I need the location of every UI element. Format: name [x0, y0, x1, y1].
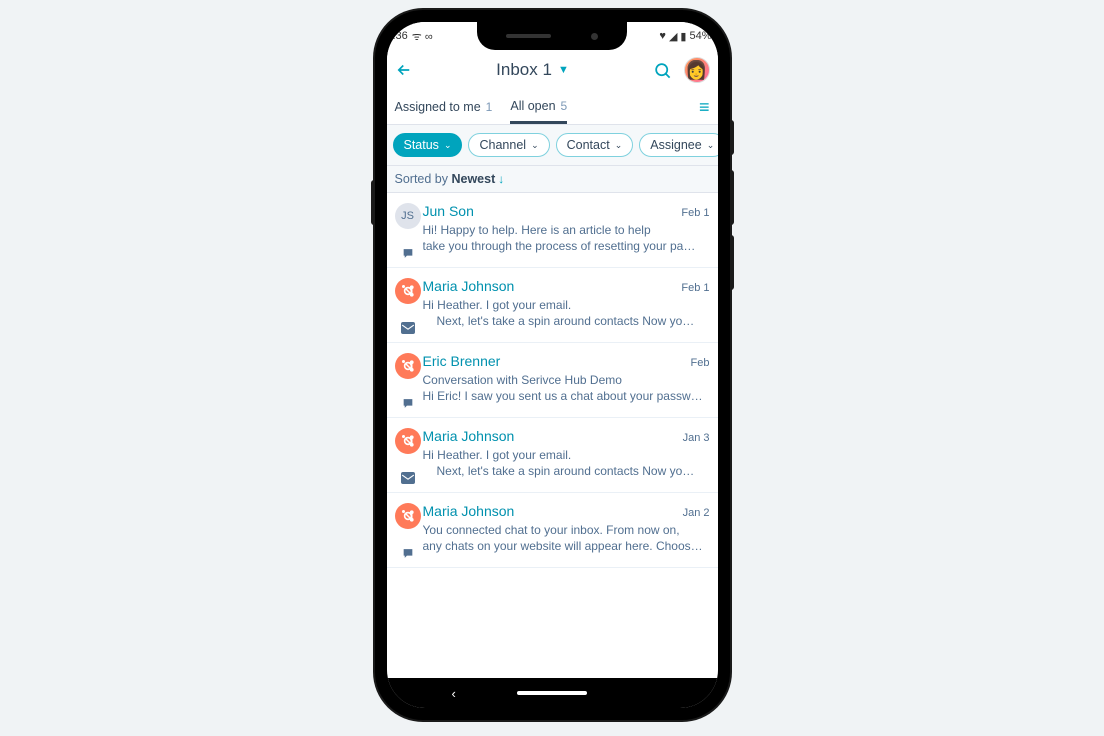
phone-button — [730, 170, 734, 225]
conversation-item[interactable]: Maria Johnson Jan 3 Hi Heather. I got yo… — [387, 418, 718, 493]
conversation-preview: Conversation with Serivce Hub Demo Hi Er… — [423, 372, 710, 404]
nav-back-button[interactable]: ‹ — [452, 686, 456, 701]
hubspot-avatar — [395, 353, 421, 379]
chat-icon — [401, 547, 415, 559]
wifi-icon: ♥ — [659, 30, 666, 42]
sort-arrow-icon: ↓ — [498, 172, 504, 186]
tab-label: All open — [510, 99, 555, 113]
hubspot-avatar — [395, 428, 421, 454]
chevron-down-icon: ⌄ — [707, 140, 715, 151]
contact-name: Eric Brenner — [423, 353, 691, 369]
battery-percent: 54% — [689, 30, 711, 42]
tab-all-open[interactable]: All open 5 — [510, 90, 567, 124]
chevron-down-icon: ▼ — [558, 64, 569, 76]
tabs: Assigned to me 1 All open 5 ≡ — [387, 90, 718, 124]
contact-name: Maria Johnson — [423, 278, 682, 294]
nav-home-pill[interactable] — [517, 691, 587, 695]
filter-label: Contact — [567, 138, 610, 152]
user-avatar[interactable]: 👩 — [684, 57, 710, 83]
chevron-down-icon: ⌄ — [531, 140, 539, 151]
chevron-down-icon: ⌄ — [615, 140, 623, 151]
filter-channel[interactable]: Channel ⌄ — [468, 133, 549, 157]
filter-label: Assignee — [650, 138, 701, 152]
tab-label: Assigned to me — [395, 100, 481, 114]
back-button[interactable] — [395, 61, 413, 79]
conversation-preview: Hi Heather. I got your email. Next, let'… — [423, 447, 710, 479]
phone-button — [371, 180, 375, 225]
notch — [477, 22, 627, 50]
phone-button — [730, 120, 734, 155]
phone-button — [730, 235, 734, 290]
conversation-item[interactable]: Maria Johnson Feb 1 Hi Heather. I got yo… — [387, 268, 718, 343]
speaker — [506, 34, 551, 38]
screen: :36 ᯤ ∞ ♥ ◢ ▮ 54% Inbox 1 ▼ 👩 — [387, 22, 718, 708]
contact-name: Jun Son — [423, 203, 682, 219]
conversation-date: Feb 1 — [681, 282, 709, 294]
contact-avatar: JS — [395, 203, 421, 229]
filter-status[interactable]: Status ⌄ — [393, 133, 463, 157]
chat-icon — [401, 247, 415, 259]
contact-name: Maria Johnson — [423, 503, 683, 519]
conversation-preview: You connected chat to your inbox. From n… — [423, 522, 710, 554]
filter-assignee[interactable]: Assignee ⌄ — [639, 133, 717, 157]
status-time: :36 — [393, 30, 408, 42]
email-icon — [401, 472, 415, 484]
hubspot-avatar — [395, 278, 421, 304]
inbox-selector[interactable]: Inbox 1 ▼ — [413, 60, 653, 80]
contact-name: Maria Johnson — [423, 428, 683, 444]
chevron-down-icon: ⌄ — [444, 140, 452, 151]
conversation-item[interactable]: Eric Brenner Feb Conversation with Seriv… — [387, 343, 718, 418]
tab-count: 1 — [486, 100, 493, 114]
app-header: Inbox 1 ▼ 👩 — [387, 50, 718, 90]
status-icon: ᯤ ∞ — [412, 29, 433, 44]
chat-icon — [401, 397, 415, 409]
camera — [591, 33, 598, 40]
page-title: Inbox 1 — [496, 60, 552, 80]
email-icon — [401, 322, 415, 334]
conversation-date: Jan 2 — [683, 507, 710, 519]
filter-contact[interactable]: Contact ⌄ — [556, 133, 634, 157]
android-nav-bar: ‹ — [387, 678, 718, 708]
conversation-date: Feb 1 — [681, 207, 709, 219]
conversation-list: JS Jun Son Feb 1 Hi! Happy to help. Here… — [387, 193, 718, 568]
signal-icon: ◢ — [669, 30, 677, 43]
conversation-item[interactable]: JS Jun Son Feb 1 Hi! Happy to help. Here… — [387, 193, 718, 268]
conversation-preview: Hi Heather. I got your email. Next, let'… — [423, 297, 710, 329]
menu-button[interactable]: ≡ — [699, 97, 710, 118]
sort-prefix: Sorted by — [395, 172, 452, 186]
filter-label: Channel — [479, 138, 526, 152]
battery-icon: ▮ — [680, 30, 686, 43]
conversation-item[interactable]: Maria Johnson Jan 2 You connected chat t… — [387, 493, 718, 568]
phone-frame: :36 ᯤ ∞ ♥ ◢ ▮ 54% Inbox 1 ▼ 👩 — [375, 10, 730, 720]
conversation-preview: Hi! Happy to help. Here is an article to… — [423, 222, 710, 254]
filter-label: Status — [404, 138, 439, 152]
sort-control[interactable]: Sorted by Newest↓ — [387, 166, 718, 193]
conversation-date: Jan 3 — [683, 432, 710, 444]
hubspot-avatar — [395, 503, 421, 529]
conversation-date: Feb — [691, 357, 710, 369]
tab-count: 5 — [561, 99, 568, 113]
sort-value: Newest — [451, 172, 495, 186]
filters: Status ⌄ Channel ⌄ Contact ⌄ Assignee ⌄ — [387, 124, 718, 166]
search-button[interactable] — [653, 61, 672, 80]
tab-assigned-to-me[interactable]: Assigned to me 1 — [395, 90, 493, 124]
